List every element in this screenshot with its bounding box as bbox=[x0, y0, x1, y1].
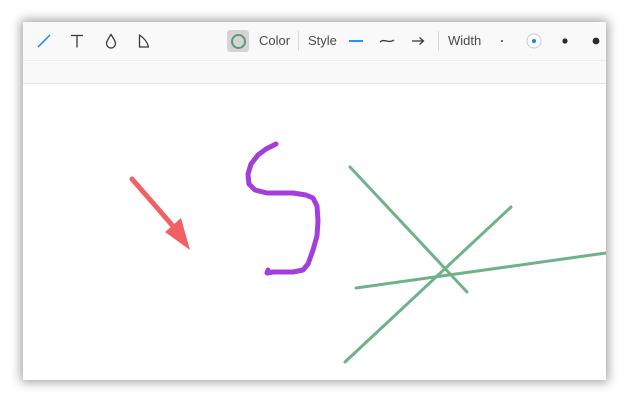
sub-toolbar bbox=[23, 61, 606, 84]
curve-icon bbox=[378, 32, 396, 50]
drawing-canvas[interactable] bbox=[23, 84, 606, 380]
color-picker-button[interactable] bbox=[227, 30, 249, 52]
divider bbox=[438, 31, 439, 51]
width-thicker-button[interactable] bbox=[585, 30, 606, 52]
current-color-dot bbox=[230, 33, 246, 49]
straight-line-icon bbox=[347, 32, 365, 50]
dot-selected-icon bbox=[525, 32, 543, 50]
annotation-window: Color Style Width bbox=[23, 22, 606, 380]
style-label: Style bbox=[308, 33, 337, 48]
arrow-icon bbox=[409, 32, 427, 50]
width-medium-button[interactable] bbox=[523, 30, 545, 52]
freehand-shape-icon bbox=[135, 32, 153, 50]
text-tool-button[interactable] bbox=[66, 30, 88, 52]
text-T-icon bbox=[68, 32, 86, 50]
droplet-icon bbox=[102, 32, 120, 50]
line-icon bbox=[35, 32, 53, 50]
style-curve-button[interactable] bbox=[376, 30, 398, 52]
width-thick-button[interactable] bbox=[554, 30, 576, 52]
purple-freehand-stroke[interactable] bbox=[245, 141, 321, 276]
green-line-stroke[interactable] bbox=[348, 165, 469, 294]
line-tool-button[interactable] bbox=[33, 30, 55, 52]
red-arrow-annotation[interactable] bbox=[129, 176, 190, 250]
toolbar: Color Style Width bbox=[23, 22, 606, 61]
style-arrow-button[interactable] bbox=[407, 30, 429, 52]
style-straight-button[interactable] bbox=[345, 30, 367, 52]
width-label: Width bbox=[448, 33, 482, 48]
divider bbox=[298, 31, 299, 51]
dot-small-icon bbox=[493, 32, 511, 50]
dot-large-icon bbox=[587, 32, 605, 50]
shape-tool-button[interactable] bbox=[133, 30, 155, 52]
width-thin-button[interactable] bbox=[491, 30, 513, 52]
color-label: Color bbox=[259, 33, 291, 48]
highlight-tool-button[interactable] bbox=[100, 30, 122, 52]
dot-medium-icon bbox=[556, 32, 574, 50]
green-line-stroke[interactable] bbox=[343, 205, 513, 364]
green-line-stroke[interactable] bbox=[354, 251, 606, 290]
